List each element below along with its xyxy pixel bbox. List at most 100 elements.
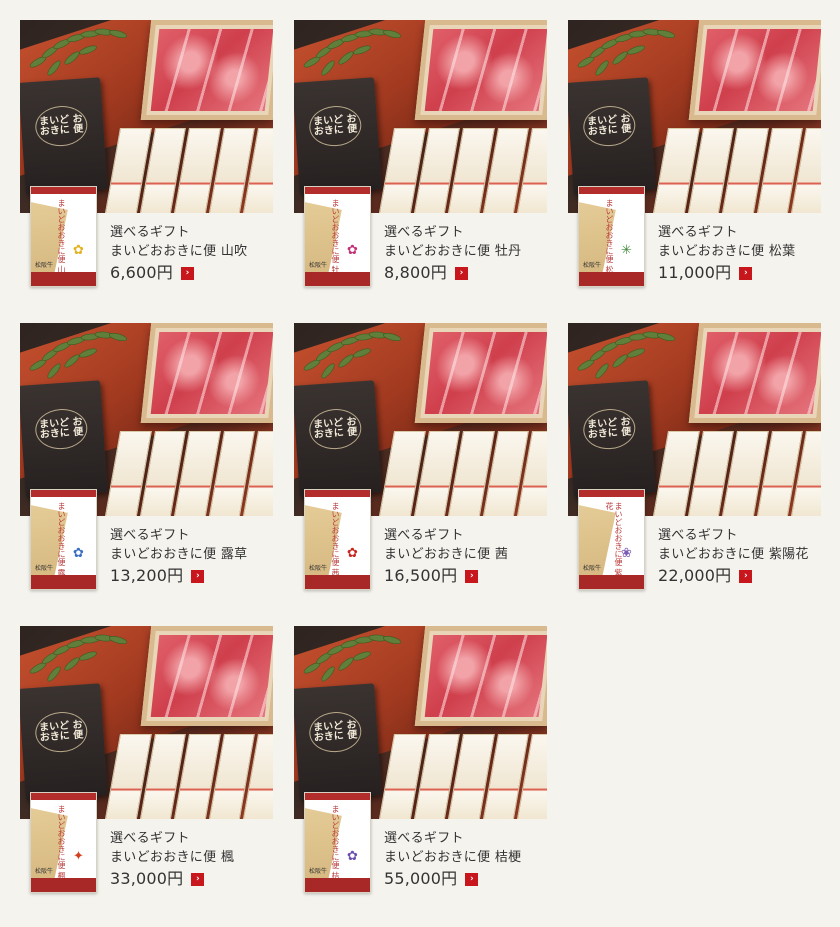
catalog-folder: まいど おおきに 便: [294, 77, 382, 195]
product-card[interactable]: まいど おおきに 便 まいどおおきに便 牡丹 ✿ 松阪牛 選べるギフト まいどお…: [294, 20, 547, 287]
catalog-thumbnail[interactable]: まいどおおきに便 紫陽花 ❀ 松阪牛: [578, 489, 645, 590]
product-category[interactable]: 選べるギフト: [384, 526, 549, 545]
catalog-thumbnail[interactable]: まいどおおきに便 桔梗 ✿ 松阪牛: [304, 792, 371, 893]
bellflower-icon: ✿: [347, 849, 358, 864]
folder-logo: まいど おおきに 便: [33, 710, 89, 754]
price-row: 6,600円 ›: [110, 263, 275, 283]
thumb-top-band: [305, 793, 370, 800]
gift-cards-row: [378, 734, 547, 819]
thumb-bottom-band: [31, 575, 96, 589]
catalog-thumbnail[interactable]: まいどおおきに便 茜 ✿ 松阪牛: [304, 489, 371, 590]
thumb-title: まいどおおきに便 牡丹: [331, 199, 340, 282]
catalog-thumbnail[interactable]: まいどおおきに便 楓 ✦ 松阪牛: [30, 792, 97, 893]
nandina-leaves-icon: [577, 28, 676, 76]
product-card[interactable]: まいど おおきに 便 まいどおおきに便 山吹 ✿ 松阪牛 選べるギフト まいどお…: [20, 20, 273, 287]
thumb-title: まいどおおきに便 山吹: [57, 199, 66, 282]
product-card[interactable]: まいど おおきに 便 まいどおおきに便 楓 ✦ 松阪牛 選べるギフト まいどおお…: [20, 626, 273, 893]
folder-logo: まいど おおきに 便: [33, 104, 89, 148]
thumb-bottom-band: [579, 272, 644, 286]
price-row: 33,000円 ›: [110, 869, 275, 889]
product-info: 選べるギフト まいどおおきに便 松葉 11,000円 ›: [658, 223, 823, 283]
product-category[interactable]: 選べるギフト: [384, 223, 549, 242]
catalog-folder: まいど おおきに 便: [568, 380, 656, 498]
wagyu-slices: [424, 635, 547, 717]
madder-icon: ✿: [347, 546, 358, 561]
thumb-title: まいどおおきに便 茜: [331, 502, 340, 577]
thumb-bottom-band: [31, 878, 96, 892]
thumb-bottom-band: [305, 575, 370, 589]
catalog-thumbnail[interactable]: まいどおおきに便 松葉 ✳ 松阪牛: [578, 186, 645, 287]
product-price: 6,600円: [110, 263, 174, 282]
product-photo[interactable]: まいど おおきに 便: [20, 323, 273, 516]
product-name[interactable]: まいどおおきに便 山吹: [110, 242, 275, 261]
arrow-right-icon[interactable]: ›: [191, 872, 205, 886]
product-photo[interactable]: まいど おおきに 便: [568, 20, 821, 213]
product-category[interactable]: 選べるギフト: [110, 829, 275, 848]
folder-logo: まいど おおきに 便: [581, 407, 637, 451]
folder-logo: まいど おおきに 便: [307, 104, 363, 148]
thumb-bottom-band: [31, 272, 96, 286]
gift-cards-row: [652, 128, 821, 213]
product-name[interactable]: まいどおおきに便 楓: [110, 848, 275, 867]
product-category[interactable]: 選べるギフト: [110, 223, 275, 242]
product-info: 選べるギフト まいどおおきに便 山吹 6,600円 ›: [110, 223, 275, 283]
thumb-top-band: [579, 187, 644, 194]
thumb-top-band: [305, 187, 370, 194]
arrow-right-icon[interactable]: ›: [455, 266, 469, 280]
catalog-thumbnail[interactable]: まいどおおきに便 牡丹 ✿ 松阪牛: [304, 186, 371, 287]
product-photo[interactable]: まいど おおきに 便: [294, 626, 547, 819]
product-price: 55,000円: [384, 869, 458, 888]
arrow-right-icon[interactable]: ›: [739, 266, 753, 280]
wagyu-slices: [698, 332, 821, 414]
arrow-right-icon[interactable]: ›: [739, 569, 753, 583]
product-card[interactable]: まいど おおきに 便 まいどおおきに便 松葉 ✳ 松阪牛 選べるギフト まいどお…: [568, 20, 821, 287]
product-category[interactable]: 選べるギフト: [110, 526, 275, 545]
maple-leaf-icon: ✦: [73, 849, 84, 864]
product-info: 選べるギフト まいどおおきに便 楓 33,000円 ›: [110, 829, 275, 889]
product-photo[interactable]: まいど おおきに 便: [20, 20, 273, 213]
gift-cards-row: [104, 431, 273, 516]
catalog-thumbnail[interactable]: まいどおおきに便 山吹 ✿ 松阪牛: [30, 186, 97, 287]
catalog-folder: まいど おおきに 便: [20, 77, 108, 195]
product-price: 33,000円: [110, 869, 184, 888]
product-card[interactable]: まいど おおきに 便 まいどおおきに便 桔梗 ✿ 松阪牛 選べるギフト まいどお…: [294, 626, 547, 893]
nandina-leaves-icon: [29, 634, 128, 682]
gift-cards-row: [104, 128, 273, 213]
product-category[interactable]: 選べるギフト: [658, 223, 823, 242]
arrow-right-icon[interactable]: ›: [181, 266, 195, 280]
meat-box: [414, 323, 547, 423]
product-name[interactable]: まいどおおきに便 露草: [110, 545, 275, 564]
thumb-title: まいどおおきに便 桔梗: [331, 805, 340, 888]
product-name[interactable]: まいどおおきに便 桔梗: [384, 848, 549, 867]
meat-box: [140, 323, 273, 423]
nandina-leaves-icon: [303, 331, 402, 379]
product-name[interactable]: まいどおおきに便 牡丹: [384, 242, 549, 261]
arrow-right-icon[interactable]: ›: [465, 872, 479, 886]
product-photo[interactable]: まいど おおきに 便: [20, 626, 273, 819]
pine-icon: ✳: [621, 243, 632, 258]
wagyu-slices: [698, 29, 821, 111]
product-photo[interactable]: まいど おおきに 便: [294, 20, 547, 213]
catalog-thumbnail[interactable]: まいどおおきに便 露草 ✿ 松阪牛: [30, 489, 97, 590]
folder-logo: まいど おおきに 便: [307, 710, 363, 754]
product-category[interactable]: 選べるギフト: [384, 829, 549, 848]
product-card[interactable]: まいど おおきに 便 まいどおおきに便 茜 ✿ 松阪牛 選べるギフト まいどおお…: [294, 323, 547, 590]
product-card[interactable]: まいど おおきに 便 まいどおおきに便 紫陽花 ❀ 松阪牛 選べるギフト まいど…: [568, 323, 821, 590]
product-info: 選べるギフト まいどおおきに便 桔梗 55,000円 ›: [384, 829, 549, 889]
product-photo[interactable]: まいど おおきに 便: [568, 323, 821, 516]
product-price: 22,000円: [658, 566, 732, 585]
product-name[interactable]: まいどおおきに便 茜: [384, 545, 549, 564]
product-price: 8,800円: [384, 263, 448, 282]
thumb-bottom-band: [579, 575, 644, 589]
product-photo[interactable]: まいど おおきに 便: [294, 323, 547, 516]
product-name[interactable]: まいどおおきに便 松葉: [658, 242, 823, 261]
nandina-leaves-icon: [29, 331, 128, 379]
product-card[interactable]: まいど おおきに 便 まいどおおきに便 露草 ✿ 松阪牛 選べるギフト まいどお…: [20, 323, 273, 590]
thumb-bottom-band: [305, 878, 370, 892]
thumb-brand: 松阪牛: [35, 868, 54, 875]
product-category[interactable]: 選べるギフト: [658, 526, 823, 545]
arrow-right-icon[interactable]: ›: [191, 569, 205, 583]
product-name[interactable]: まいどおおきに便 紫陽花: [658, 545, 823, 564]
arrow-right-icon[interactable]: ›: [465, 569, 479, 583]
thumb-brand: 松阪牛: [35, 565, 54, 572]
